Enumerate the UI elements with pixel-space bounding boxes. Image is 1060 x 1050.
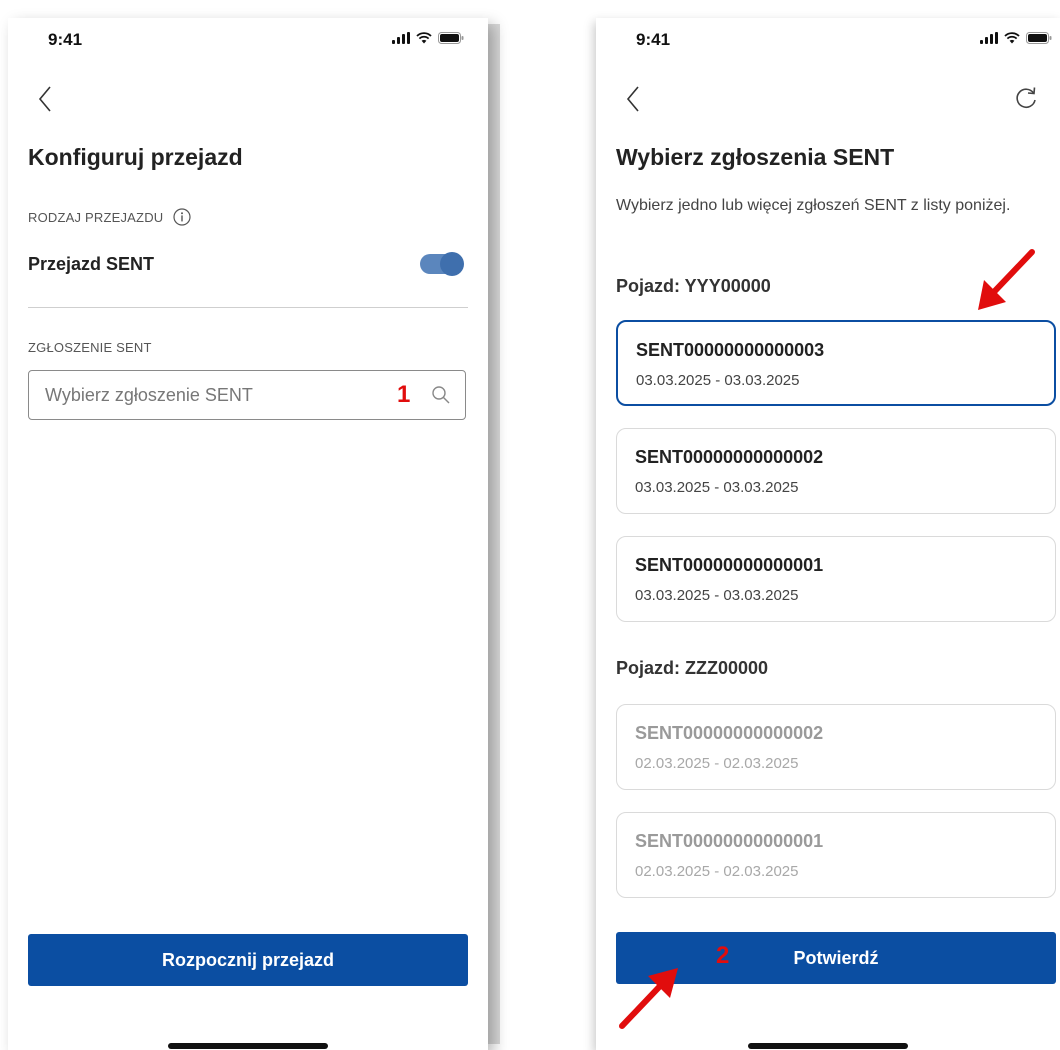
vehicle-label-yyy: Pojazd: YYY00000 [616, 276, 771, 296]
ride-type-label-text: RODZAJ PRZEJAZDU [28, 209, 164, 225]
back-chevron-icon[interactable] [622, 84, 646, 114]
status-bar: 9:41 [596, 18, 1060, 58]
battery-icon [1026, 32, 1052, 44]
sent-card-yyy-3[interactable]: SENT00000000000003 03.03.2025 - 03.03.20… [616, 320, 1056, 406]
sent-dates: 02.03.2025 - 02.03.2025 [635, 863, 799, 880]
sent-card-zzz-1: SENT00000000000001 02.03.2025 - 02.03.20… [616, 812, 1056, 898]
sent-card-zzz-2: SENT00000000000002 02.03.2025 - 02.03.20… [616, 704, 1056, 790]
vehicle-label-zzz: Pojazd: ZZZ00000 [616, 658, 769, 678]
sent-card-yyy-1[interactable]: SENT00000000000001 03.03.2025 - 03.03.20… [616, 536, 1056, 622]
select-sent-screen: 9:41 Wybierz zgłoszenia SENT Wybierz jed… [596, 18, 1060, 1050]
search-placeholder: Wybierz zgłoszenie SENT [45, 385, 253, 405]
divider [28, 307, 468, 308]
config-screen: 9:41 Konfiguruj przejazd RODZAJ PRZEJAZD… [8, 18, 488, 1050]
back-chevron-icon[interactable] [34, 84, 58, 114]
sent-ride-toggle[interactable] [420, 252, 464, 276]
annotation-number-1: 1 [397, 381, 411, 408]
description: Wybierz jedno lub więcej zgłoszeń SENT z… [616, 197, 1011, 214]
signal-icon [980, 32, 998, 44]
toggle-knob [440, 252, 464, 276]
annotation-number-2: 2 [716, 942, 730, 969]
status-icons [980, 32, 1052, 44]
sent-id: SENT00000000000003 [636, 340, 825, 360]
ride-type-label: RODZAJ PRZEJAZDU [28, 208, 191, 229]
ride-type-value: Przejazd SENT [28, 254, 155, 274]
sent-id: SENT00000000000001 [635, 831, 824, 851]
page-title: Wybierz zgłoszenia SENT [616, 144, 895, 170]
confirm-button-label: Potwierdź [793, 947, 879, 968]
status-time: 9:41 [636, 30, 671, 49]
sent-id: SENT00000000000002 [635, 723, 824, 743]
status-bar: 9:41 [8, 18, 488, 58]
status-time: 9:41 [48, 30, 83, 49]
info-icon[interactable] [173, 208, 191, 229]
signal-icon [392, 32, 410, 44]
sent-dates: 03.03.2025 - 03.03.2025 [636, 372, 800, 389]
sent-label: ZGŁOSZENIE SENT [28, 340, 152, 355]
sent-dates: 03.03.2025 - 03.03.2025 [635, 587, 799, 604]
battery-icon [438, 32, 464, 44]
sent-search-input[interactable]: Wybierz zgłoszenie SENT 1 [28, 370, 466, 420]
refresh-icon[interactable] [1012, 84, 1040, 112]
home-indicator [748, 1043, 908, 1049]
canvas: 9:41 Konfiguruj przejazd RODZAJ PRZEJAZD… [0, 0, 1060, 1050]
sent-dates: 02.03.2025 - 02.03.2025 [635, 755, 799, 772]
wifi-icon [416, 32, 432, 44]
page-title: Konfiguruj przejazd [28, 144, 243, 170]
sent-id: SENT00000000000001 [635, 555, 824, 575]
start-ride-button[interactable]: Rozpocznij przejazd [28, 934, 468, 986]
arrow-annotation-icon [619, 968, 678, 1029]
sent-dates: 03.03.2025 - 03.03.2025 [635, 479, 799, 496]
status-icons [392, 32, 464, 44]
arrow-annotation-icon [978, 249, 1035, 310]
home-indicator [168, 1043, 328, 1049]
search-icon[interactable] [431, 385, 451, 410]
sent-id: SENT00000000000002 [635, 447, 824, 467]
wifi-icon [1004, 32, 1020, 44]
sent-card-yyy-2[interactable]: SENT00000000000002 03.03.2025 - 03.03.20… [616, 428, 1056, 514]
